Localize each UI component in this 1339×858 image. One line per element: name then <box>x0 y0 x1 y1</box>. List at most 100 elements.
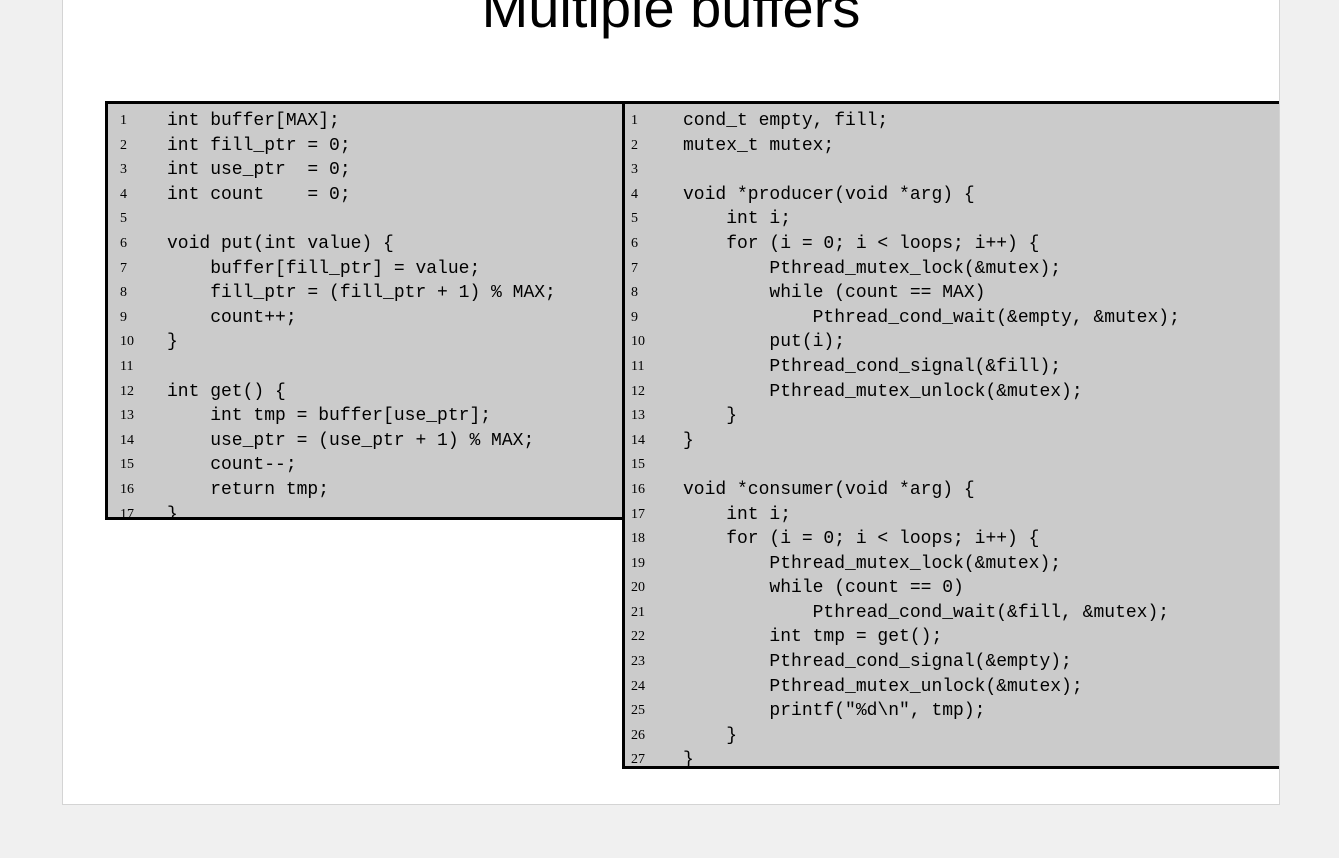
code-line: 27} <box>625 748 1279 768</box>
code-text: mutex_t mutex; <box>683 135 835 156</box>
line-number: 5 <box>120 211 127 227</box>
code-line: 17} <box>108 503 626 520</box>
line-number: 1 <box>631 113 638 128</box>
line-number: 17 <box>631 506 645 522</box>
code-text: printf("%d\n", tmp); <box>683 701 986 722</box>
code-line: 20 while (count == 0) <box>625 576 1279 601</box>
code-line: 24 Pthread_mutex_unlock(&mutex); <box>625 675 1279 700</box>
code-line: 25 printf("%d\n", tmp); <box>625 699 1279 724</box>
code-line: 14 use_ptr = (use_ptr + 1) % MAX; <box>108 429 626 454</box>
line-number: 23 <box>631 654 645 670</box>
code-text: return tmp; <box>167 479 330 500</box>
code-line: 2 int fill_ptr = 0; <box>108 134 626 159</box>
code-line: 21 Pthread_cond_wait(&fill, &mutex); <box>625 601 1279 626</box>
code-text: int count = 0; <box>167 184 351 205</box>
code-line: 1 int buffer[MAX]; <box>108 109 626 134</box>
line-number: 13 <box>631 408 645 424</box>
code-text: put(i); <box>683 332 846 353</box>
line-number: 11 <box>631 358 645 374</box>
code-line: 8 fill_ptr = (fill_ptr + 1) % MAX; <box>108 281 626 306</box>
line-number: 5 <box>631 211 638 227</box>
code-text: Pthread_mutex_unlock(&mutex); <box>683 381 1083 402</box>
code-text: int buffer[MAX]; <box>167 111 340 131</box>
line-number: 8 <box>120 285 127 301</box>
code-line: 15 count--; <box>108 453 626 478</box>
code-text: for (i = 0; i < loops; i++) { <box>683 529 1040 550</box>
code-line: 22 int tmp = get(); <box>625 625 1279 650</box>
code-line: 10 put(i); <box>625 330 1279 355</box>
code-text: int fill_ptr = 0; <box>167 135 351 156</box>
code-line: 19 Pthread_mutex_lock(&mutex); <box>625 552 1279 577</box>
code-text: int i; <box>683 504 792 525</box>
line-number: 26 <box>631 727 645 743</box>
code-line: 7 Pthread_mutex_lock(&mutex); <box>625 257 1279 282</box>
line-number: 21 <box>631 604 645 620</box>
line-number: 9 <box>120 309 127 325</box>
code-text: int get() { <box>167 381 286 402</box>
code-text: fill_ptr = (fill_ptr + 1) % MAX; <box>167 283 556 304</box>
code-text: count--; <box>167 455 297 476</box>
code-line: 10} <box>108 330 626 355</box>
line-number: 7 <box>120 260 127 276</box>
line-number: 22 <box>631 629 645 645</box>
code-line: 15 <box>625 453 1279 478</box>
code-line: 3 int use_ptr = 0; <box>108 158 626 183</box>
line-number: 14 <box>120 432 134 448</box>
code-line: 23 Pthread_cond_signal(&empty); <box>625 650 1279 675</box>
code-text: void *producer(void *arg) { <box>683 184 975 205</box>
line-number: 4 <box>120 186 127 202</box>
producer-consumer-code-listing: 1 cond_t empty, fill; 2 mutex_t mutex; 3 4 voi… <box>622 101 1279 769</box>
code-line: 16 void *consumer(void *arg) { <box>625 478 1279 503</box>
code-line: 4 int count = 0; <box>108 183 626 208</box>
line-number: 1 <box>120 113 127 128</box>
code-line: 11 Pthread_cond_signal(&fill); <box>625 355 1279 380</box>
code-text: use_ptr = (use_ptr + 1) % MAX; <box>167 430 535 451</box>
line-number: 15 <box>631 457 645 473</box>
line-number: 3 <box>120 162 127 178</box>
code-text: } <box>167 332 178 353</box>
code-text: } <box>683 725 738 746</box>
line-number: 11 <box>120 358 134 374</box>
code-text: buffer[fill_ptr] = value; <box>167 258 481 279</box>
code-line: 12 int get() { <box>108 380 626 405</box>
line-number: 17 <box>120 506 134 520</box>
code-text: int tmp = buffer[use_ptr]; <box>167 406 492 427</box>
slide: Multiple buffers 1 int buffer[MAX]; 2 int f… <box>62 0 1280 805</box>
line-number: 14 <box>631 432 645 448</box>
code-line: 3 <box>625 158 1279 183</box>
line-number: 3 <box>631 162 638 178</box>
line-number: 10 <box>120 334 134 350</box>
line-number: 13 <box>120 408 134 424</box>
line-number: 15 <box>120 457 134 473</box>
line-number: 12 <box>631 383 645 399</box>
code-text: Pthread_mutex_lock(&mutex); <box>683 258 1062 279</box>
code-line: 9 Pthread_cond_wait(&empty, &mutex); <box>625 306 1279 331</box>
line-number: 4 <box>631 186 638 202</box>
line-number: 6 <box>631 235 638 251</box>
line-number: 10 <box>631 334 645 350</box>
line-number: 12 <box>120 383 134 399</box>
code-line: 16 return tmp; <box>108 478 626 503</box>
code-line: 5 <box>108 207 626 232</box>
code-line: 8 while (count == MAX) <box>625 281 1279 306</box>
code-text: int tmp = get(); <box>683 627 943 648</box>
code-text: Pthread_mutex_unlock(&mutex); <box>683 676 1083 697</box>
code-line: 13 int tmp = buffer[use_ptr]; <box>108 404 626 429</box>
code-line: 6 for (i = 0; i < loops; i++) { <box>625 232 1279 257</box>
line-number: 20 <box>631 580 645 596</box>
code-text: Pthread_cond_wait(&empty, &mutex); <box>683 307 1180 328</box>
code-line: 4 void *producer(void *arg) { <box>625 183 1279 208</box>
code-line: 9 count++; <box>108 306 626 331</box>
code-line: 18 for (i = 0; i < loops; i++) { <box>625 527 1279 552</box>
code-text: void *consumer(void *arg) { <box>683 479 975 500</box>
code-text: count++; <box>167 307 297 328</box>
line-number: 18 <box>631 531 645 547</box>
line-number: 24 <box>631 678 645 694</box>
code-line: 2 mutex_t mutex; <box>625 134 1279 159</box>
code-text: void put(int value) { <box>167 233 394 254</box>
line-number: 27 <box>631 752 645 768</box>
code-text: Pthread_mutex_lock(&mutex); <box>683 553 1062 574</box>
code-line: 1 cond_t empty, fill; <box>625 109 1279 134</box>
line-number: 25 <box>631 703 645 719</box>
slide-title: Multiple buffers <box>481 0 861 39</box>
